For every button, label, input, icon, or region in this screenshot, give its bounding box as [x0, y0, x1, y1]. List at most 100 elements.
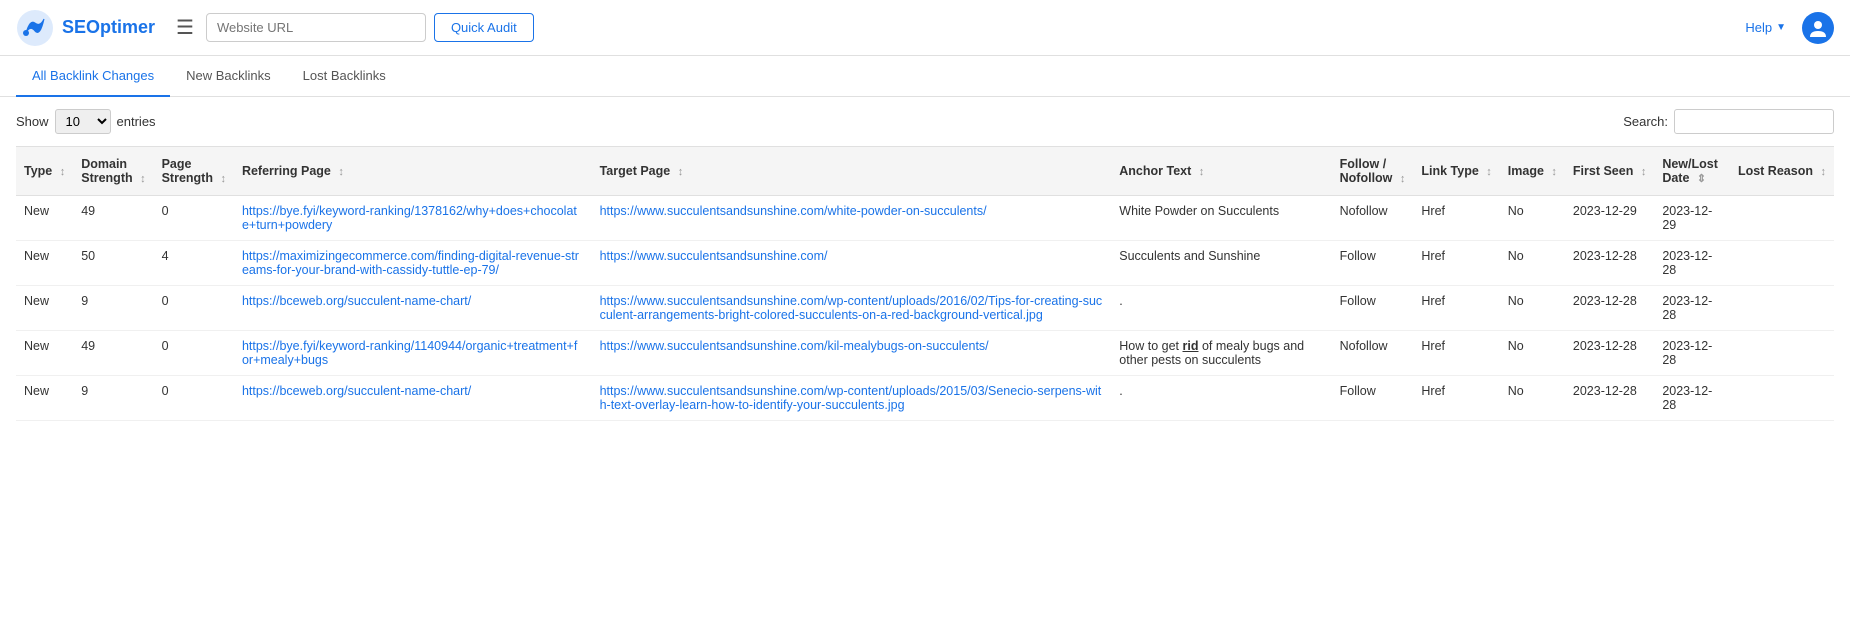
- col-type[interactable]: Type ↕: [16, 147, 73, 196]
- show-label: Show: [16, 114, 49, 129]
- sort-icon-image: ↕: [1551, 166, 1557, 178]
- table-cell: 9: [73, 286, 153, 331]
- table-header-row: Type ↕ DomainStrength ↕ PageStrength ↕ R…: [16, 147, 1834, 196]
- table-cell: No: [1500, 286, 1565, 331]
- col-link-type[interactable]: Link Type ↕: [1413, 147, 1499, 196]
- table-cell: 0: [154, 286, 234, 331]
- user-avatar[interactable]: [1802, 12, 1834, 44]
- table-cell: Nofollow: [1332, 196, 1414, 241]
- table-cell: No: [1500, 196, 1565, 241]
- col-anchor-text[interactable]: Anchor Text ↕: [1111, 147, 1331, 196]
- table-cell[interactable]: https://bceweb.org/succulent-name-chart/: [234, 286, 592, 331]
- table-cell[interactable]: https://www.succulentsandsunshine.com/: [592, 241, 1112, 286]
- table-cell: Follow: [1332, 241, 1414, 286]
- table-cell: No: [1500, 376, 1565, 421]
- table-cell[interactable]: https://bye.fyi/keyword-ranking/1140944/…: [234, 331, 592, 376]
- table-row: New90https://bceweb.org/succulent-name-c…: [16, 376, 1834, 421]
- logo-text: SEOptimer: [62, 17, 155, 38]
- table-row: New90https://bceweb.org/succulent-name-c…: [16, 286, 1834, 331]
- tab-new-backlinks[interactable]: New Backlinks: [170, 56, 287, 97]
- col-target-page[interactable]: Target Page ↕: [592, 147, 1112, 196]
- table-cell: Href: [1413, 331, 1499, 376]
- sort-icon-follow: ↕: [1400, 173, 1406, 185]
- sort-icon-referring: ↕: [338, 166, 344, 178]
- table-cell: New: [16, 241, 73, 286]
- hamburger-icon[interactable]: ☰: [176, 15, 194, 40]
- col-first-seen[interactable]: First Seen ↕: [1565, 147, 1654, 196]
- table-cell[interactable]: https://maximizingecommerce.com/finding-…: [234, 241, 592, 286]
- table-cell: No: [1500, 331, 1565, 376]
- table-cell: Follow: [1332, 376, 1414, 421]
- help-link[interactable]: Help ▼: [1745, 20, 1786, 35]
- table-cell: No: [1500, 241, 1565, 286]
- table-cell: 4: [154, 241, 234, 286]
- col-follow-nofollow[interactable]: Follow /Nofollow ↕: [1332, 147, 1414, 196]
- sort-icon-domain: ↕: [140, 173, 146, 185]
- table-cell: New: [16, 331, 73, 376]
- table-row: New490https://bye.fyi/keyword-ranking/13…: [16, 196, 1834, 241]
- header: SEOptimer ☰ Quick Audit Help ▼: [0, 0, 1850, 56]
- table-cell: 49: [73, 331, 153, 376]
- table-cell: 2023-12-28: [1565, 286, 1654, 331]
- table-row: New490https://bye.fyi/keyword-ranking/11…: [16, 331, 1834, 376]
- logo-area: SEOptimer: [16, 9, 176, 47]
- tab-all-backlink-changes[interactable]: All Backlink Changes: [16, 56, 170, 97]
- col-page-strength[interactable]: PageStrength ↕: [154, 147, 234, 196]
- header-right: Help ▼: [1745, 12, 1834, 44]
- table-cell: [1730, 331, 1834, 376]
- table-cell[interactable]: https://www.succulentsandsunshine.com/wh…: [592, 196, 1112, 241]
- table-cell: 2023-12-28: [1654, 241, 1730, 286]
- table-cell: .: [1111, 286, 1331, 331]
- table-cell: 0: [154, 331, 234, 376]
- table-cell: Follow: [1332, 286, 1414, 331]
- table-cell: New: [16, 376, 73, 421]
- sort-icon-target: ↕: [678, 166, 684, 178]
- table-cell: [1730, 376, 1834, 421]
- table-cell: 2023-12-28: [1654, 286, 1730, 331]
- col-referring-page[interactable]: Referring Page ↕: [234, 147, 592, 196]
- table-cell: 2023-12-29: [1565, 196, 1654, 241]
- table-container: Type ↕ DomainStrength ↕ PageStrength ↕ R…: [0, 146, 1850, 421]
- table-cell: [1730, 241, 1834, 286]
- sort-icon-link-type: ↕: [1486, 166, 1492, 178]
- sort-icon-type: ↕: [60, 166, 66, 178]
- quick-audit-button[interactable]: Quick Audit: [434, 13, 534, 42]
- table-cell[interactable]: https://www.succulentsandsunshine.com/wp…: [592, 286, 1112, 331]
- table-cell[interactable]: https://www.succulentsandsunshine.com/ki…: [592, 331, 1112, 376]
- table-cell: 2023-12-28: [1654, 376, 1730, 421]
- col-domain-strength[interactable]: DomainStrength ↕: [73, 147, 153, 196]
- table-cell: How to get rid of mealy bugs and other p…: [1111, 331, 1331, 376]
- table-cell: White Powder on Succulents: [1111, 196, 1331, 241]
- table-cell[interactable]: https://bceweb.org/succulent-name-chart/: [234, 376, 592, 421]
- table-cell: 2023-12-28: [1654, 331, 1730, 376]
- url-input[interactable]: [206, 13, 426, 42]
- table-cell: Succulents and Sunshine: [1111, 241, 1331, 286]
- table-cell: [1730, 286, 1834, 331]
- table-cell: Nofollow: [1332, 331, 1414, 376]
- tabs-bar: All Backlink Changes New Backlinks Lost …: [0, 56, 1850, 97]
- table-cell: New: [16, 286, 73, 331]
- backlinks-table: Type ↕ DomainStrength ↕ PageStrength ↕ R…: [16, 146, 1834, 421]
- table-cell: 2023-12-28: [1565, 241, 1654, 286]
- table-cell: 50: [73, 241, 153, 286]
- col-lost-reason[interactable]: Lost Reason ↕: [1730, 147, 1834, 196]
- table-cell: 49: [73, 196, 153, 241]
- table-cell: Href: [1413, 376, 1499, 421]
- table-cell: Href: [1413, 196, 1499, 241]
- logo-icon: [16, 9, 54, 47]
- tab-lost-backlinks[interactable]: Lost Backlinks: [287, 56, 402, 97]
- search-input[interactable]: [1674, 109, 1834, 134]
- col-new-lost-date[interactable]: New/LostDate ⇕: [1654, 147, 1730, 196]
- col-image[interactable]: Image ↕: [1500, 147, 1565, 196]
- table-cell: 2023-12-28: [1565, 331, 1654, 376]
- table-controls: Show 10 25 50 100 entries Search:: [0, 97, 1850, 146]
- show-entries: Show 10 25 50 100 entries: [16, 109, 156, 134]
- table-cell: 0: [154, 196, 234, 241]
- sort-icon-page: ↕: [220, 173, 226, 185]
- table-cell[interactable]: https://www.succulentsandsunshine.com/wp…: [592, 376, 1112, 421]
- table-cell[interactable]: https://bye.fyi/keyword-ranking/1378162/…: [234, 196, 592, 241]
- sort-icon-lost-reason: ↕: [1820, 166, 1826, 178]
- table-cell: 0: [154, 376, 234, 421]
- table-cell: [1730, 196, 1834, 241]
- entries-select[interactable]: 10 25 50 100: [55, 109, 111, 134]
